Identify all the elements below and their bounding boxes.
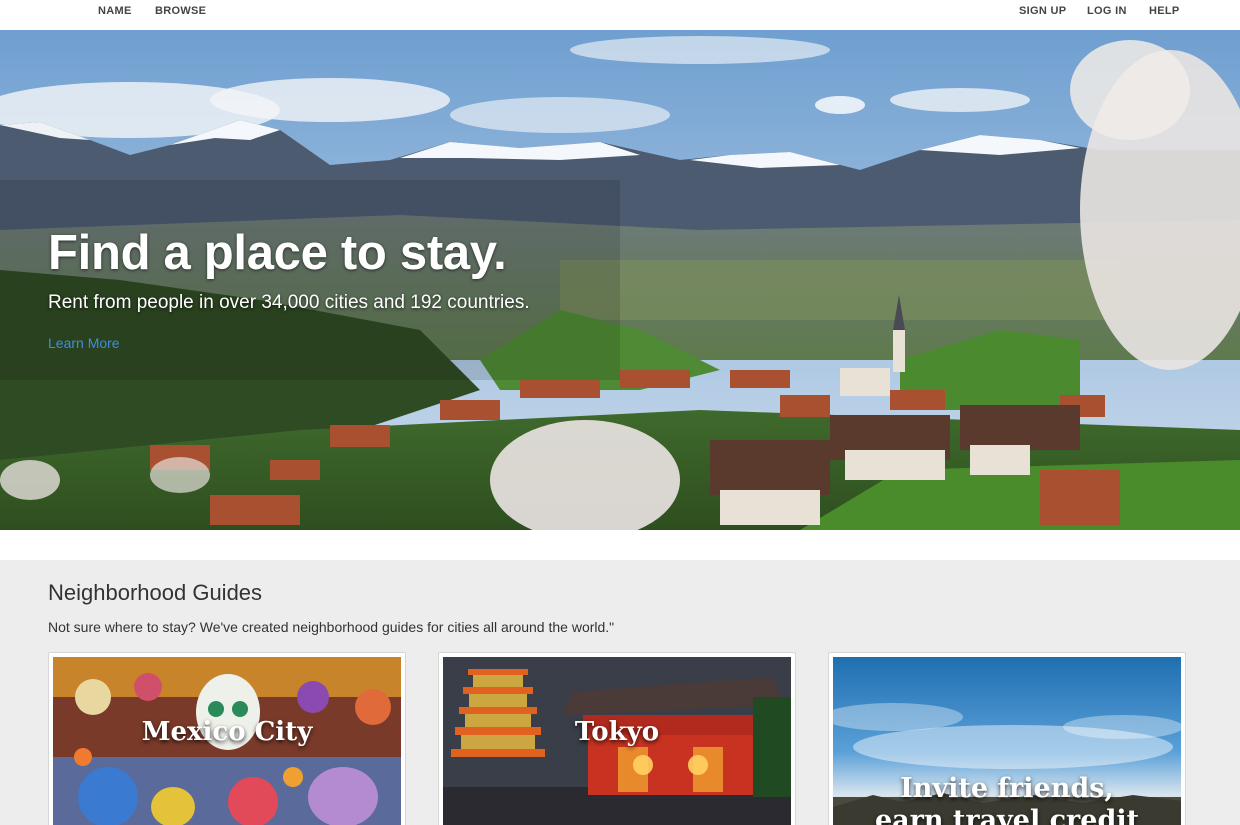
section-description: Not sure where to stay? We've created ne… — [48, 619, 615, 635]
guide-card-mexico-city[interactable]: Mexico City — [48, 652, 406, 825]
invite-friends-card[interactable]: Invite friends, earn travel credit — [828, 652, 1186, 825]
nav-name-link[interactable]: NAME — [98, 5, 132, 17]
nav-browse-link[interactable]: BROWSE — [155, 5, 206, 17]
hero-title: Find a place to stay. — [48, 226, 507, 280]
neighborhood-guides-section: Neighborhood Guides Not sure where to st… — [0, 560, 1240, 825]
learn-more-link[interactable]: Learn More — [48, 335, 120, 351]
hero-subtitle: Rent from people in over 34,000 cities a… — [48, 292, 530, 313]
card-label-mexico-city: Mexico City — [141, 717, 313, 747]
card-label-invite-line1: Invite friends, — [900, 773, 1114, 804]
card-label-tokyo: Tokyo — [574, 717, 660, 747]
top-nav: NAME BROWSE SIGN UP LOG IN HELP — [0, 0, 1240, 30]
guide-card-tokyo[interactable]: Tokyo — [438, 652, 796, 825]
nav-login-link[interactable]: LOG IN — [1087, 5, 1127, 17]
section-title: Neighborhood Guides — [48, 580, 263, 605]
card-label-invite-line2: earn travel credit — [874, 805, 1140, 825]
hero-banner: Find a place to stay. Rent from people i… — [0, 30, 1240, 530]
nav-signup-link[interactable]: SIGN UP — [1019, 5, 1066, 17]
nav-help-link[interactable]: HELP — [1149, 5, 1180, 17]
